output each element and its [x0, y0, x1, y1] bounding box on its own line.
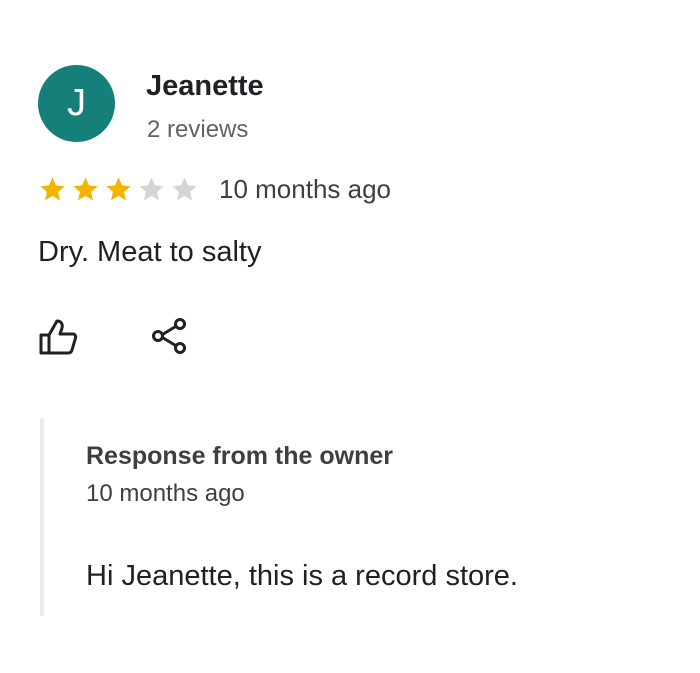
- owner-response: Response from the owner 10 months ago Hi…: [40, 418, 644, 616]
- owner-response-text: Hi Jeanette, this is a record store.: [86, 560, 518, 592]
- star-empty-icon: [137, 175, 166, 204]
- author-review-count: 2 reviews: [147, 116, 249, 143]
- share-icon: [152, 318, 186, 354]
- star-rating: [38, 175, 203, 204]
- review-date: 10 months ago: [219, 173, 392, 204]
- rating-row: 10 months ago: [38, 172, 391, 206]
- avatar-initial: J: [67, 82, 86, 124]
- like-button[interactable]: [34, 312, 82, 360]
- star-filled-icon: [104, 175, 133, 204]
- star-filled-icon: [38, 175, 67, 204]
- star-filled-icon: [71, 175, 100, 204]
- author-name[interactable]: Jeanette: [146, 70, 264, 103]
- avatar[interactable]: J: [38, 65, 115, 142]
- owner-response-date: 10 months ago: [86, 480, 245, 507]
- star-empty-icon: [170, 175, 199, 204]
- review-actions: [38, 312, 194, 360]
- share-button[interactable]: [146, 312, 194, 360]
- review-card: J Jeanette 2 reviews 10 months ago Dry. …: [0, 0, 700, 673]
- owner-response-title: Response from the owner: [86, 442, 393, 470]
- review-text: Dry. Meat to salty: [38, 236, 262, 268]
- thumbs-up-icon: [39, 319, 78, 355]
